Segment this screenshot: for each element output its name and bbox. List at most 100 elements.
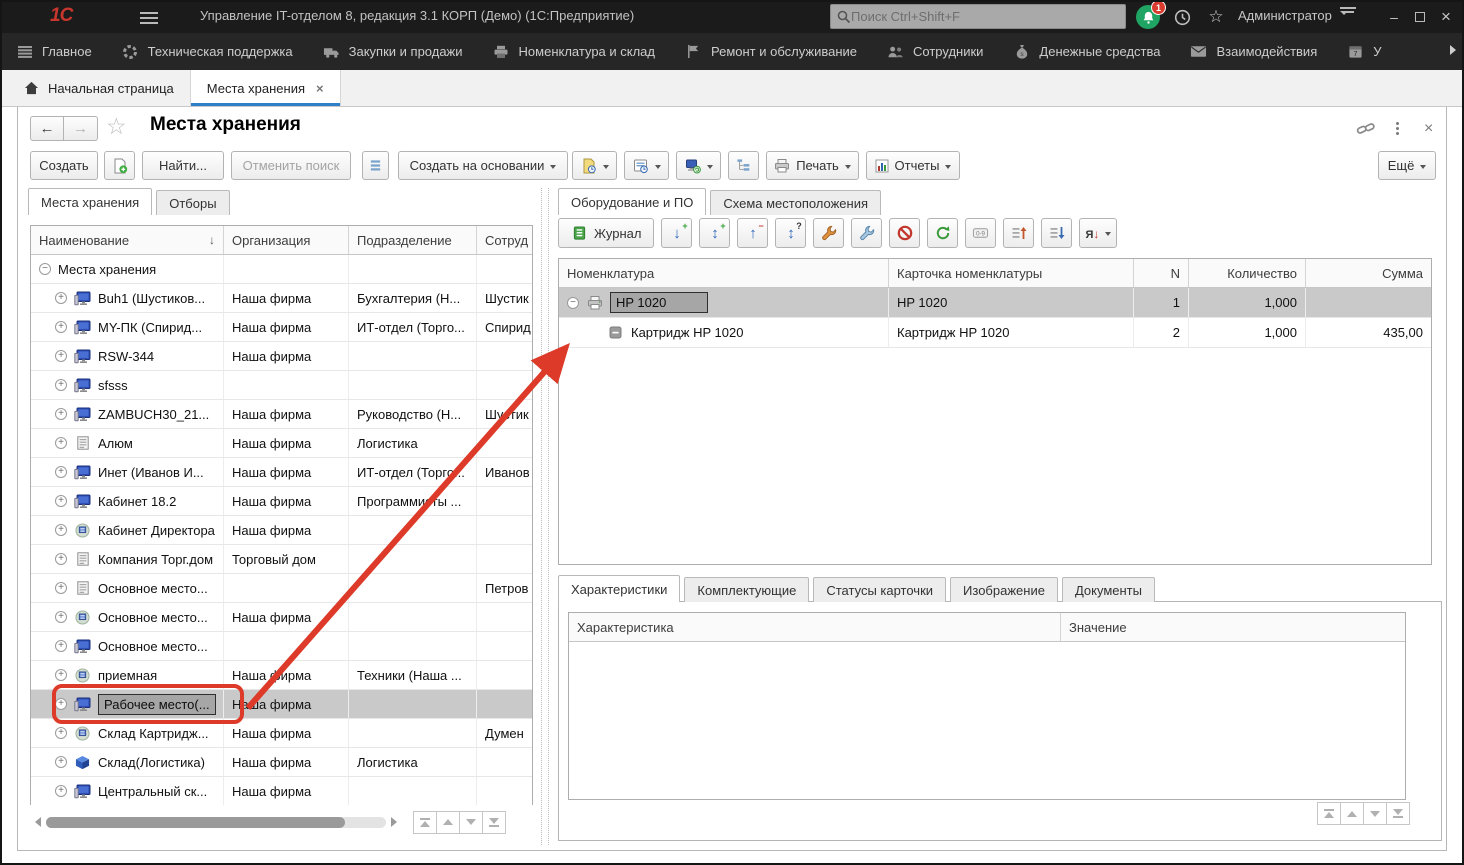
tab-close-icon[interactable]: × — [316, 81, 324, 96]
current-user[interactable]: Администратор — [1238, 8, 1332, 23]
menu-item-1[interactable]: Техническая поддержка — [122, 44, 293, 60]
table-row[interactable]: +ZAMBUCH30_21...Наша фирмаРуководство (Н… — [31, 400, 532, 429]
table-row[interactable]: +Компания Торг.домТорговый дом — [31, 545, 532, 574]
sections-overflow-icon[interactable] — [1450, 45, 1456, 55]
table-row[interactable]: +Основное место...Петров — [31, 574, 532, 603]
form-close-button[interactable]: × — [1424, 120, 1433, 138]
expand-icon[interactable]: + — [55, 437, 67, 449]
table-row[interactable]: +RSW-344Наша фирма — [31, 342, 532, 371]
go-next-button[interactable] — [1363, 802, 1387, 825]
expand-icon[interactable]: + — [55, 553, 67, 565]
table-row[interactable]: +АлюмНаша фирмаЛогистика — [31, 429, 532, 458]
table-row[interactable]: +Центральный ск...Наша фирма — [31, 777, 532, 806]
collapse-icon[interactable]: − — [39, 263, 51, 275]
expand-icon[interactable]: + — [55, 379, 67, 391]
table-row[interactable]: Картридж HP 1020Картридж HP 102021,00043… — [559, 318, 1431, 348]
list-view-button[interactable] — [362, 151, 389, 180]
expand-icon[interactable]: + — [55, 524, 67, 536]
reports-button[interactable]: Отчеты — [866, 151, 960, 180]
expand-icon[interactable]: + — [55, 669, 67, 681]
writeoff-button[interactable]: ↑− — [737, 218, 768, 248]
table-row[interactable]: +Основное место... — [31, 632, 532, 661]
notifications-button[interactable]: 1 — [1136, 5, 1160, 29]
maximize-button[interactable] — [1408, 5, 1432, 29]
column-header[interactable]: Номенклатура — [559, 259, 889, 287]
column-header[interactable]: N — [1134, 259, 1189, 287]
go-previous-button[interactable] — [1340, 802, 1364, 825]
menu-item-6[interactable]: sДенежные средства — [1013, 44, 1160, 60]
table-row[interactable]: +Склад Картридж...Наша фирмаДумен — [31, 719, 532, 748]
menu-item-0[interactable]: Главное — [16, 44, 92, 60]
expand-icon[interactable]: + — [55, 698, 67, 710]
details-tab-2[interactable]: Статусы карточки — [813, 577, 946, 602]
details-tab-1[interactable]: Комплектующие — [684, 577, 809, 602]
numbering-button[interactable]: 0-9 — [965, 218, 996, 248]
row-down-button[interactable] — [1041, 218, 1072, 248]
receive-button[interactable]: ↓+ — [661, 218, 692, 248]
block-button[interactable] — [889, 218, 920, 248]
menu-item-5[interactable]: Сотрудники — [887, 44, 983, 60]
menu-item-8[interactable]: 7У — [1347, 44, 1381, 60]
table-row[interactable]: +Склад(Логистика)Наша фирмаЛогистика — [31, 748, 532, 777]
column-header[interactable]: Сотруд — [477, 226, 532, 254]
panel-splitter[interactable] — [541, 188, 549, 845]
print-button[interactable]: Печать — [766, 151, 859, 180]
go-previous-button[interactable] — [436, 811, 460, 834]
more-actions-button[interactable] — [1396, 120, 1399, 137]
sort-button[interactable]: Я↓ — [1079, 218, 1117, 248]
hierarchy-view-button[interactable] — [728, 151, 759, 180]
expand-icon[interactable]: + — [55, 640, 67, 652]
column-header[interactable]: Организация — [224, 226, 349, 254]
transfer-button[interactable]: ↕+ — [699, 218, 730, 248]
menu-item-4[interactable]: Ремонт и обслуживание — [685, 44, 857, 60]
column-header[interactable]: Сумма — [1306, 259, 1431, 287]
favorites-button[interactable]: ☆ — [1204, 5, 1228, 29]
column-header[interactable]: Количество — [1189, 259, 1306, 287]
global-search[interactable] — [830, 4, 1126, 29]
column-header[interactable]: Значение — [1061, 613, 1405, 641]
column-header[interactable]: Наименование↓ — [31, 226, 224, 254]
get-link-button[interactable] — [1356, 120, 1376, 141]
cancel-search-button[interactable]: Отменить поиск — [231, 151, 351, 180]
details-tab-4[interactable]: Документы — [1062, 577, 1155, 602]
table-row[interactable]: +приемнаяНаша фирмаТехники (Наша ... — [31, 661, 532, 690]
horizontal-scrollbar[interactable] — [46, 817, 386, 828]
table-row[interactable]: +Кабинет 18.2Наша фирмаПрограммисты ... — [31, 487, 532, 516]
menu-item-3[interactable]: Номенклатура и склад — [493, 44, 655, 60]
task-schedule-dropdown[interactable] — [624, 151, 669, 180]
search-input[interactable] — [851, 9, 1119, 24]
favorite-star-icon[interactable]: ☆ — [106, 113, 127, 140]
row-up-button[interactable] — [1003, 218, 1034, 248]
expand-icon[interactable]: + — [55, 495, 67, 507]
right-tab-0[interactable]: Оборудование и ПО — [558, 188, 706, 215]
tab-storage-places[interactable]: Места хранения × — [191, 70, 341, 106]
table-row[interactable]: +Кабинет ДиректораНаша фирма — [31, 516, 532, 545]
left-tab-1[interactable]: Отборы — [156, 190, 229, 215]
table-row[interactable]: +Инет (Иванов И...Наша фирмаИТ-отдел (То… — [31, 458, 532, 487]
menu-item-2[interactable]: Закупки и продажи — [323, 44, 463, 60]
expand-icon[interactable]: + — [55, 727, 67, 739]
more-button[interactable]: Ещё — [1378, 151, 1436, 180]
refresh-button[interactable] — [927, 218, 958, 248]
forward-button[interactable]: → — [64, 116, 98, 141]
go-next-button[interactable] — [459, 811, 483, 834]
go-last-button[interactable] — [1386, 802, 1410, 825]
wrench-blue-button[interactable] — [851, 218, 882, 248]
expand-icon[interactable]: + — [55, 408, 67, 420]
go-first-button[interactable] — [1317, 802, 1341, 825]
create-based-on-button[interactable]: Создать на основании — [398, 151, 568, 180]
expand-icon[interactable]: + — [55, 785, 67, 797]
scrollbar-thumb[interactable] — [46, 817, 345, 828]
create-group-button[interactable] — [104, 151, 135, 180]
go-last-button[interactable] — [482, 811, 506, 834]
details-tab-0[interactable]: Характеристики — [558, 575, 680, 602]
doc-schedule-dropdown[interactable] — [572, 151, 617, 180]
expand-icon[interactable]: + — [55, 321, 67, 333]
minimize-button[interactable]: – — [1382, 5, 1406, 29]
left-tab-0[interactable]: Места хранения — [28, 188, 152, 215]
column-header[interactable]: Характеристика — [569, 613, 1061, 641]
column-header[interactable]: Подразделение — [349, 226, 477, 254]
scroll-right-icon[interactable] — [391, 817, 397, 827]
column-header[interactable]: Карточка номенклатуры — [889, 259, 1134, 287]
collapse-icon[interactable]: − — [567, 297, 579, 309]
